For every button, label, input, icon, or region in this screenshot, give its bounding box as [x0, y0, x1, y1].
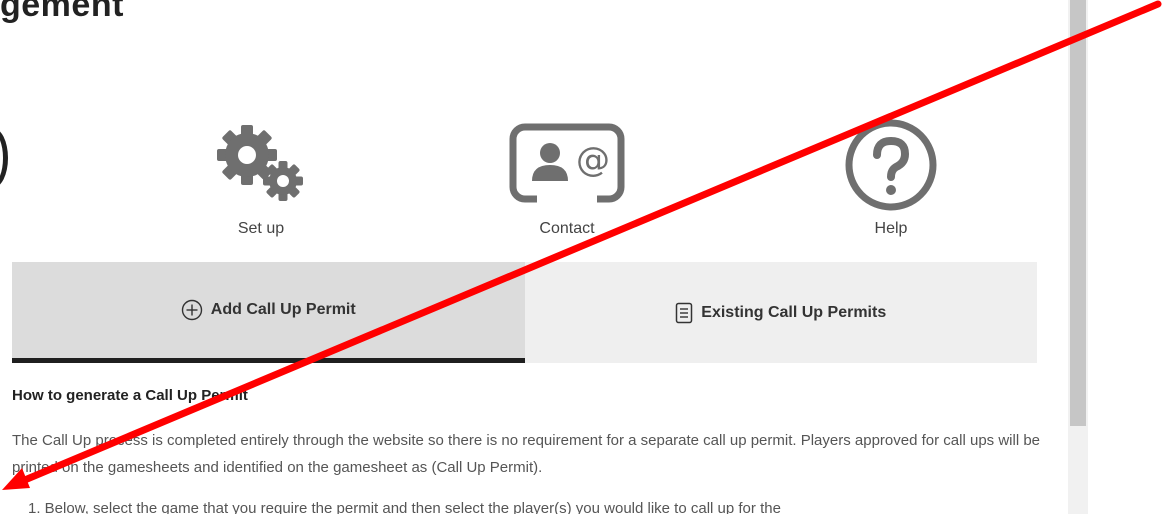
quick-link-setup-label: Set up: [237, 220, 285, 237]
instruction-list-item: 1. Below, select the game that you requi…: [28, 500, 781, 514]
scrollbar-thumb[interactable]: [1070, 0, 1086, 426]
tab-existing-label: Existing Call Up Permits: [701, 303, 887, 321]
question-circle-icon: [791, 110, 991, 220]
plus-circle-icon: [181, 299, 203, 321]
tab-add-call-up-permit[interactable]: Add Call Up Permit: [12, 262, 525, 363]
tab-add-label: Add Call Up Permit: [210, 301, 356, 318]
svg-text:@: @: [576, 140, 610, 180]
quick-link-contact[interactable]: @ Contact: [467, 110, 667, 238]
quick-link-setup[interactable]: Set up: [161, 110, 361, 238]
quick-link-help-label: Help: [874, 220, 908, 237]
partial-icon-edge: [0, 128, 8, 188]
quick-link-help[interactable]: Help: [791, 110, 991, 238]
quick-link-contact-label: Contact: [539, 220, 595, 237]
gears-icon: [161, 110, 361, 220]
page-title: gement: [0, 0, 124, 24]
intro-paragraph: The Call Up process is completed entirel…: [12, 432, 1041, 476]
contact-card-icon: @: [467, 110, 667, 220]
section-heading: How to generate a Call Up Permit: [12, 387, 248, 404]
document-icon: [675, 302, 693, 324]
permit-tabs: Add Call Up Permit Existing Call Up Perm…: [12, 262, 1037, 363]
tab-existing-call-up-permits[interactable]: Existing Call Up Permits: [524, 262, 1037, 363]
